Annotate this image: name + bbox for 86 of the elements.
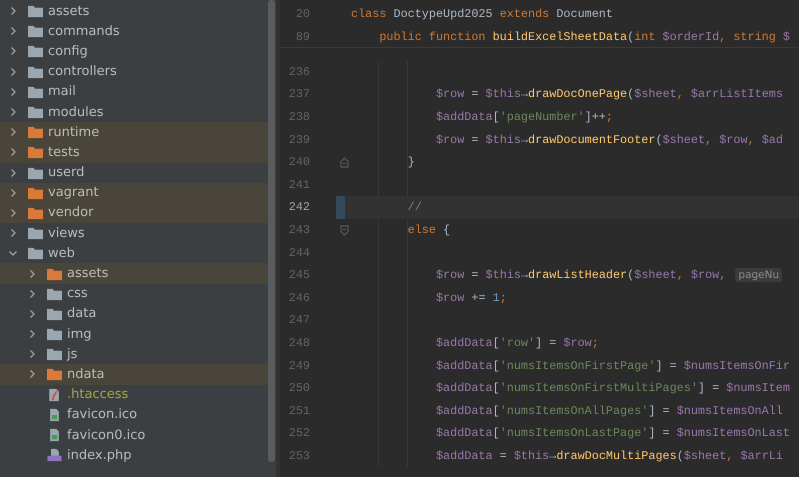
code-line[interactable]: $row = $this→drawDocOnePage($sheet, $arrListItems: [351, 87, 783, 102]
tree-item-label[interactable]: controllers: [48, 64, 117, 80]
code-line[interactable]: class DoctypeUpd2025 extends Document: [351, 6, 613, 20]
code-line[interactable]: $addData = $this→drawDocMultiPages($sheet, $arrLi: [351, 448, 783, 463]
line-number: 246: [288, 290, 310, 305]
tree-item-label[interactable]: js: [67, 346, 78, 362]
code-line[interactable]: }: [351, 155, 415, 170]
chevron-icon[interactable]: [27, 308, 37, 319]
line-number: 237: [288, 87, 310, 102]
chevron-icon[interactable]: [8, 248, 18, 258]
tree-item-label[interactable]: index.php: [67, 448, 132, 463]
tree-item-label[interactable]: runtime: [48, 124, 100, 140]
code-line[interactable]: //: [351, 200, 422, 214]
code-line[interactable]: $addData['numsItemsOnFirstMultiPages'] = $numsItem: [351, 381, 790, 396]
chevron-icon[interactable]: [8, 147, 18, 158]
chevron-icon[interactable]: [8, 66, 18, 77]
scrollbar-thumb[interactable]: [268, 0, 275, 462]
line-number: 241: [288, 178, 310, 192]
code-line[interactable]: public function buildExcelSheetData(int $orderId, string $: [351, 30, 790, 44]
code-line[interactable]: $addData['numsItemsOnLastPage'] = $numsItemsOnLast: [351, 426, 790, 440]
tree-item-label[interactable]: config: [48, 44, 88, 59]
tree-item-label[interactable]: commands: [48, 24, 120, 39]
line-number: 252: [288, 426, 310, 440]
chevron-icon[interactable]: [27, 349, 37, 360]
line-number: 243: [288, 223, 310, 238]
chevron-icon[interactable]: [27, 329, 37, 340]
tree-item-label[interactable]: tests: [48, 144, 80, 160]
inlay-hint: pageNu: [735, 268, 782, 282]
chevron-icon[interactable]: [8, 86, 18, 97]
chevron-icon[interactable]: [8, 228, 18, 238]
feather-file-icon: [47, 388, 62, 402]
chevron-icon[interactable]: [27, 369, 37, 380]
tree-item-label[interactable]: favicon0.ico: [67, 428, 146, 443]
tree-item-label[interactable]: mail: [48, 84, 76, 100]
code-line[interactable]: $addData['numsItemsOnAllPages'] = $numsItemsOnAll: [351, 404, 783, 418]
tree-item-label[interactable]: data: [67, 306, 96, 322]
file-icon: [47, 408, 62, 422]
tree-item-label[interactable]: vendor: [48, 205, 94, 220]
chevron-icon[interactable]: [8, 168, 18, 178]
code-line[interactable]: $addData['row'] = $row;: [351, 336, 599, 350]
tree-item-label[interactable]: .htaccess: [67, 387, 128, 402]
fold-icon[interactable]: [340, 224, 349, 236]
tree-item-label[interactable]: ndata: [67, 366, 105, 382]
chevron-icon[interactable]: [27, 268, 37, 279]
tree-item-label[interactable]: modules: [48, 104, 104, 120]
tree-item-label[interactable]: assets: [48, 4, 90, 19]
tree-item-label[interactable]: assets: [67, 266, 108, 282]
code-line[interactable]: $row += 1;: [351, 290, 507, 305]
tree-item-label[interactable]: userd: [48, 165, 84, 180]
tree-item-label[interactable]: img: [67, 326, 92, 342]
line-number: 236: [288, 64, 310, 79]
chevron-icon[interactable]: [8, 208, 18, 218]
chevron-icon[interactable]: [8, 188, 18, 198]
code-line[interactable]: else {: [351, 223, 450, 238]
line-number: 248: [288, 336, 310, 350]
tree-item-label[interactable]: favicon.ico: [67, 407, 138, 422]
tree-item-label[interactable]: views: [48, 226, 85, 241]
line-number: 240: [288, 155, 310, 170]
line-number: 20: [294, 6, 310, 20]
line-number: 89: [294, 30, 310, 44]
chevron-icon[interactable]: [27, 288, 37, 299]
php-file-icon: [47, 448, 62, 462]
line-number: 245: [288, 268, 310, 282]
line-number: 253: [288, 448, 310, 463]
chevron-icon[interactable]: [8, 107, 18, 118]
line-number: 250: [288, 381, 310, 396]
line-number: 238: [288, 110, 310, 124]
line-number: 247: [288, 313, 310, 328]
chevron-icon[interactable]: [8, 6, 18, 16]
code-line[interactable]: $addData['numsItemsOnFirstPage'] = $numsItemsOnFir: [351, 358, 790, 373]
code-line[interactable]: $row = $this→drawDocumentFooter($sheet, $row, $ad: [351, 132, 783, 147]
code-line[interactable]: $addData['pageNumber']++;: [351, 110, 613, 124]
tree-item-label[interactable]: web: [48, 246, 75, 261]
tree-item-label[interactable]: css: [67, 286, 88, 302]
line-number: 239: [288, 132, 310, 147]
code-line[interactable]: $row = $this→drawListHeader($sheet, $row,: [351, 268, 734, 282]
line-number: 251: [288, 404, 310, 418]
fold-icon[interactable]: [340, 156, 349, 168]
tree-item-label[interactable]: vagrant: [48, 185, 99, 200]
line-number: 242: [288, 200, 310, 214]
chevron-icon[interactable]: [8, 127, 18, 138]
chevron-icon[interactable]: [8, 46, 18, 56]
line-number: 244: [288, 246, 310, 260]
chevron-icon[interactable]: [8, 26, 18, 36]
line-number: 249: [288, 358, 310, 373]
file-icon: [47, 428, 62, 442]
